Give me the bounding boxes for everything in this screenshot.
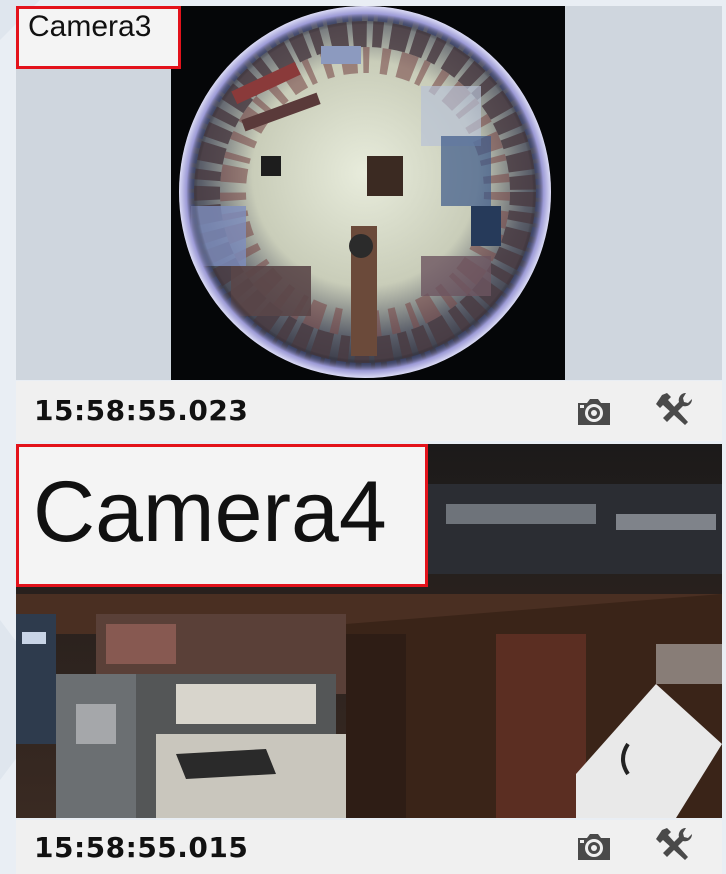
camera4-name-label: Camera4	[16, 444, 428, 587]
camera4-name-text: Camera4	[33, 464, 387, 560]
tools-icon	[656, 827, 693, 860]
camera4-video-pane[interactable]: Camera4	[16, 444, 722, 818]
camera-icon	[578, 834, 610, 860]
camera4-snapshot-button[interactable]	[574, 826, 614, 866]
camera3-settings-button[interactable]	[656, 389, 696, 429]
camera3-snapshot-button[interactable]	[574, 391, 614, 431]
camera-icon	[578, 399, 610, 425]
camera3-fisheye-feed	[171, 6, 565, 380]
tools-icon	[656, 392, 693, 425]
camera4-settings-button[interactable]	[656, 824, 696, 864]
camera4-timestamp: 15:58:55.015	[34, 831, 249, 864]
camera3-video-pane[interactable]: Camera3	[16, 6, 722, 380]
camera4-status-bar: 15:58:55.015	[16, 820, 722, 874]
camera3-name-label: Camera3	[16, 6, 181, 69]
camera3-timestamp: 15:58:55.023	[34, 394, 249, 427]
camera3-name-text: Camera3	[28, 10, 152, 43]
camera3-status-bar: 15:58:55.023	[16, 381, 722, 441]
